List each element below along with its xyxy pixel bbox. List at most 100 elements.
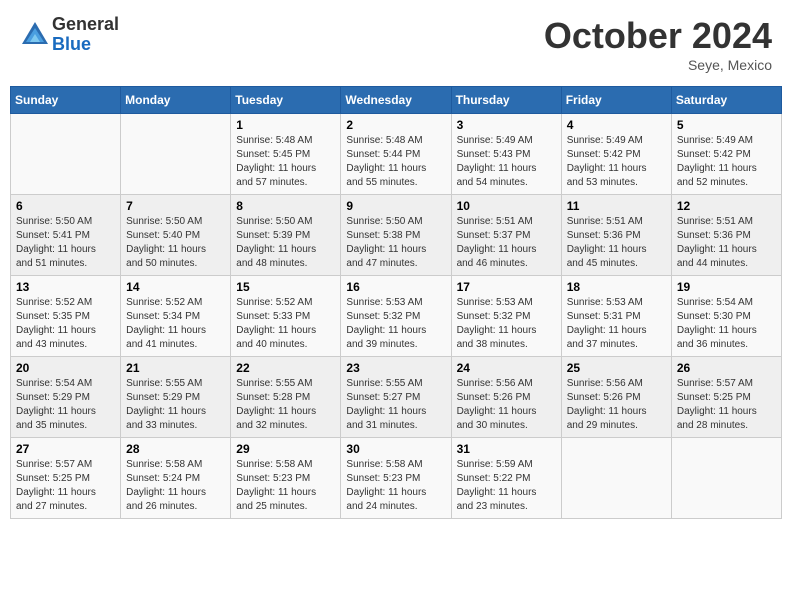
day-cell-0-0: [11, 114, 121, 195]
day-info: Sunrise: 5:53 AMSunset: 5:31 PMDaylight:…: [567, 296, 666, 352]
day-cell-0-6: 5 Sunrise: 5:49 AMSunset: 5:42 PMDaylight…: [671, 114, 781, 195]
day-number: 26: [677, 361, 776, 375]
day-info: Sunrise: 5:51 AMSunset: 5:36 PMDaylight:…: [567, 215, 666, 271]
day-cell-4-5: [561, 438, 671, 519]
day-info: Sunrise: 5:49 AMSunset: 5:43 PMDaylight:…: [457, 134, 556, 190]
col-sunday: Sunday: [11, 87, 121, 114]
day-info: Sunrise: 5:58 AMSunset: 5:23 PMDaylight:…: [346, 458, 445, 514]
day-info: Sunrise: 5:56 AMSunset: 5:26 PMDaylight:…: [457, 377, 556, 433]
day-info: Sunrise: 5:50 AMSunset: 5:38 PMDaylight:…: [346, 215, 445, 271]
day-number: 30: [346, 442, 445, 456]
day-cell-3-3: 23 Sunrise: 5:55 AMSunset: 5:27 PMDayligh…: [341, 357, 451, 438]
logo-blue: Blue: [52, 35, 119, 55]
day-number: 6: [16, 199, 115, 213]
day-number: 4: [567, 118, 666, 132]
header-row: Sunday Monday Tuesday Wednesday Thursday…: [11, 87, 782, 114]
day-info: Sunrise: 5:54 AMSunset: 5:30 PMDaylight:…: [677, 296, 776, 352]
day-number: 28: [126, 442, 225, 456]
logo: General Blue: [20, 15, 119, 55]
day-cell-3-2: 22Sunrise: 5:55 AMSunset: 5:28 PMDayligh…: [231, 357, 341, 438]
day-info: Sunrise: 5:53 AMSunset: 5:32 PMDaylight:…: [346, 296, 445, 352]
week-row-5: 27Sunrise: 5:57 AMSunset: 5:25 PMDayligh…: [11, 438, 782, 519]
day-cell-1-0: 6Sunrise: 5:50 AMSunset: 5:41 PMDaylight…: [11, 195, 121, 276]
day-info: Sunrise: 5:55 AMSunset: 5:27 PMDaylight:…: [346, 377, 445, 433]
day-info: Sunrise: 5:55 AMSunset: 5:29 PMDaylight:…: [126, 377, 225, 433]
day-cell-3-1: 21 Sunrise: 5:55 AMSunset: 5:29 PMDayligh…: [121, 357, 231, 438]
day-cell-4-6: [671, 438, 781, 519]
day-info: Sunrise: 5:53 AMSunset: 5:32 PMDaylight:…: [457, 296, 556, 352]
day-info: Sunrise: 5:49 AMSunset: 5:42 PMDaylight:…: [677, 134, 776, 190]
day-cell-2-2: 15Sunrise: 5:52 AMSunset: 5:33 PMDayligh…: [231, 276, 341, 357]
day-info: Sunrise: 5:50 AMSunset: 5:39 PMDaylight:…: [236, 215, 335, 271]
day-number: 11: [567, 199, 666, 213]
day-info: Sunrise: 5:51 AMSunset: 5:37 PMDaylight:…: [457, 215, 556, 271]
day-info: Sunrise: 5:48 AMSunset: 5:45 PMDaylight:…: [236, 134, 335, 190]
day-cell-2-0: 13Sunrise: 5:52 AMSunset: 5:35 PMDayligh…: [11, 276, 121, 357]
day-info: Sunrise: 5:57 AMSunset: 5:25 PMDaylight:…: [677, 377, 776, 433]
day-number: 12: [677, 199, 776, 213]
logo-text: General Blue: [52, 15, 119, 55]
day-number: 25: [567, 361, 666, 375]
day-info: Sunrise: 5:52 AMSunset: 5:33 PMDaylight:…: [236, 296, 335, 352]
day-info: Sunrise: 5:59 AMSunset: 5:22 PMDaylight:…: [457, 458, 556, 514]
day-cell-2-3: 16 Sunrise: 5:53 AMSunset: 5:32 PMDayligh…: [341, 276, 451, 357]
day-number: 23: [346, 361, 445, 375]
day-number: 29: [236, 442, 335, 456]
day-info: Sunrise: 5:50 AMSunset: 5:40 PMDaylight:…: [126, 215, 225, 271]
day-cell-4-2: 29 Sunrise: 5:58 AMSunset: 5:23 PMDayligh…: [231, 438, 341, 519]
calendar: Sunday Monday Tuesday Wednesday Thursday…: [10, 86, 782, 519]
day-number: 19: [677, 280, 776, 294]
col-monday: Monday: [121, 87, 231, 114]
day-info: Sunrise: 5:56 AMSunset: 5:26 PMDaylight:…: [567, 377, 666, 433]
day-cell-0-3: 2 Sunrise: 5:48 AMSunset: 5:44 PMDaylight…: [341, 114, 451, 195]
day-number: 5: [677, 118, 776, 132]
day-number: 8: [236, 199, 335, 213]
day-cell-2-5: 18 Sunrise: 5:53 AMSunset: 5:31 PMDayligh…: [561, 276, 671, 357]
day-cell-4-4: 31 Sunrise: 5:59 AMSunset: 5:22 PMDayligh…: [451, 438, 561, 519]
week-row-4: 20Sunrise: 5:54 AMSunset: 5:29 PMDayligh…: [11, 357, 782, 438]
day-cell-4-3: 30 Sunrise: 5:58 AMSunset: 5:23 PMDayligh…: [341, 438, 451, 519]
page-header: General Blue October 2024 Seye, Mexico: [10, 10, 782, 78]
day-cell-3-6: 26 Sunrise: 5:57 AMSunset: 5:25 PMDayligh…: [671, 357, 781, 438]
day-number: 18: [567, 280, 666, 294]
day-cell-0-2: 1Sunrise: 5:48 AMSunset: 5:45 PMDaylight…: [231, 114, 341, 195]
day-cell-3-4: 24 Sunrise: 5:56 AMSunset: 5:26 PMDayligh…: [451, 357, 561, 438]
week-row-1: 1Sunrise: 5:48 AMSunset: 5:45 PMDaylight…: [11, 114, 782, 195]
day-info: Sunrise: 5:58 AMSunset: 5:23 PMDaylight:…: [236, 458, 335, 514]
col-saturday: Saturday: [671, 87, 781, 114]
month-title: October 2024: [544, 15, 772, 57]
day-cell-4-0: 27Sunrise: 5:57 AMSunset: 5:25 PMDayligh…: [11, 438, 121, 519]
day-info: Sunrise: 5:48 AMSunset: 5:44 PMDaylight:…: [346, 134, 445, 190]
day-number: 16: [346, 280, 445, 294]
day-info: Sunrise: 5:51 AMSunset: 5:36 PMDaylight:…: [677, 215, 776, 271]
day-number: 17: [457, 280, 556, 294]
day-number: 14: [126, 280, 225, 294]
day-number: 31: [457, 442, 556, 456]
day-number: 27: [16, 442, 115, 456]
day-cell-2-6: 19 Sunrise: 5:54 AMSunset: 5:30 PMDayligh…: [671, 276, 781, 357]
day-number: 2: [346, 118, 445, 132]
day-number: 24: [457, 361, 556, 375]
day-number: 22: [236, 361, 335, 375]
col-tuesday: Tuesday: [231, 87, 341, 114]
day-info: Sunrise: 5:49 AMSunset: 5:42 PMDaylight:…: [567, 134, 666, 190]
day-cell-3-5: 25 Sunrise: 5:56 AMSunset: 5:26 PMDayligh…: [561, 357, 671, 438]
day-cell-1-3: 9Sunrise: 5:50 AMSunset: 5:38 PMDaylight…: [341, 195, 451, 276]
day-number: 7: [126, 199, 225, 213]
day-cell-1-5: 11 Sunrise: 5:51 AMSunset: 5:36 PMDayligh…: [561, 195, 671, 276]
week-row-2: 6Sunrise: 5:50 AMSunset: 5:41 PMDaylight…: [11, 195, 782, 276]
day-number: 21: [126, 361, 225, 375]
day-cell-4-1: 28 Sunrise: 5:58 AMSunset: 5:24 PMDayligh…: [121, 438, 231, 519]
day-number: 13: [16, 280, 115, 294]
day-cell-0-1: [121, 114, 231, 195]
day-cell-1-4: 10Sunrise: 5:51 AMSunset: 5:37 PMDayligh…: [451, 195, 561, 276]
day-cell-1-1: 7 Sunrise: 5:50 AMSunset: 5:40 PMDaylight…: [121, 195, 231, 276]
day-info: Sunrise: 5:54 AMSunset: 5:29 PMDaylight:…: [16, 377, 115, 433]
day-info: Sunrise: 5:58 AMSunset: 5:24 PMDaylight:…: [126, 458, 225, 514]
col-thursday: Thursday: [451, 87, 561, 114]
day-info: Sunrise: 5:52 AMSunset: 5:34 PMDaylight:…: [126, 296, 225, 352]
day-number: 3: [457, 118, 556, 132]
day-cell-2-1: 14 Sunrise: 5:52 AMSunset: 5:34 PMDayligh…: [121, 276, 231, 357]
day-cell-0-4: 3 Sunrise: 5:49 AMSunset: 5:43 PMDaylight…: [451, 114, 561, 195]
day-cell-0-5: 4 Sunrise: 5:49 AMSunset: 5:42 PMDaylight…: [561, 114, 671, 195]
